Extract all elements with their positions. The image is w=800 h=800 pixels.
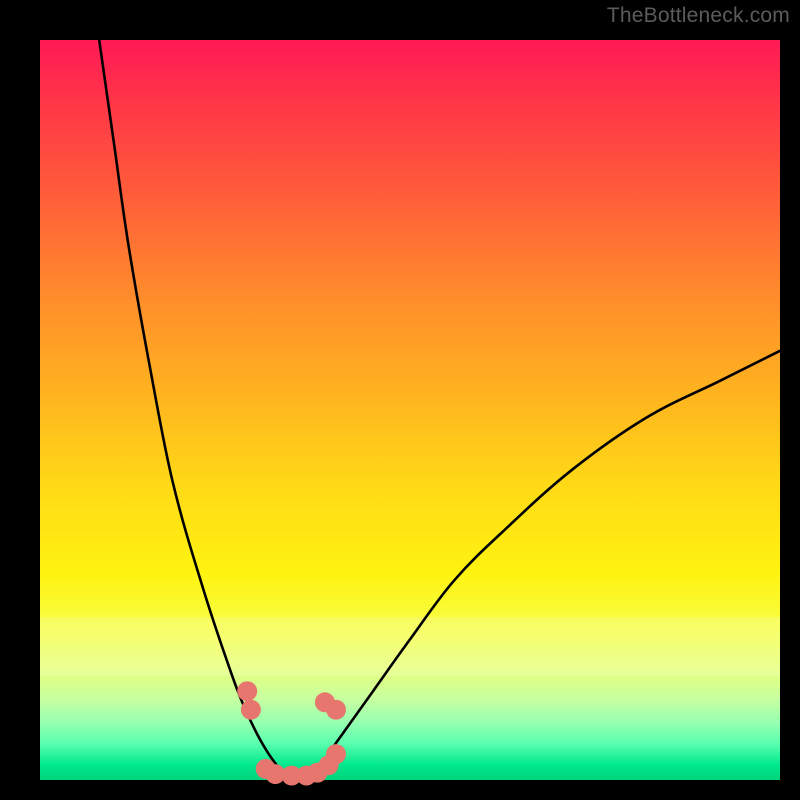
watermark-text: TheBottleneck.com xyxy=(607,4,790,28)
plot-area xyxy=(40,40,780,780)
data-dot xyxy=(326,744,346,764)
data-dot xyxy=(237,681,257,701)
curve-right-branch xyxy=(306,351,780,780)
data-dot xyxy=(241,700,261,720)
trough-dots xyxy=(237,681,346,785)
bottleneck-curve xyxy=(40,40,780,780)
curve-left-branch xyxy=(99,40,291,780)
chart-frame: TheBottleneck.com xyxy=(0,0,800,800)
data-dot xyxy=(326,700,346,720)
